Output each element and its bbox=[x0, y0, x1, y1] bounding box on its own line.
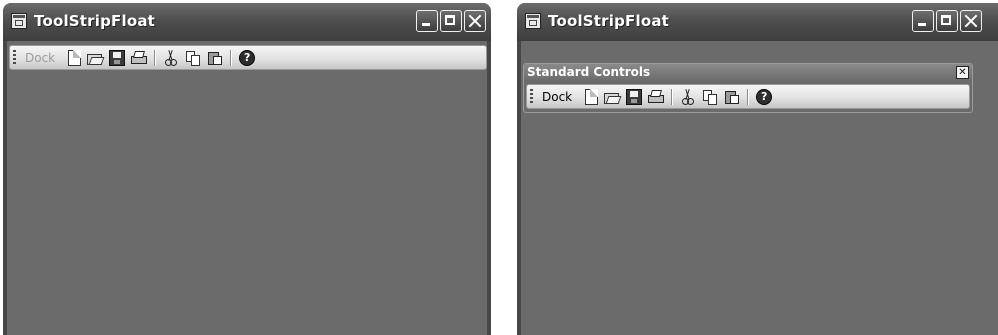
title-bar[interactable]: ToolStripFloat bbox=[3, 3, 491, 41]
copy-icon[interactable] bbox=[702, 89, 718, 105]
client-area: Dock ? bbox=[7, 41, 487, 335]
main-window-docked: ToolStripFloat Dock ? bbox=[3, 3, 491, 335]
print-icon[interactable] bbox=[648, 89, 665, 105]
application-icon[interactable] bbox=[11, 13, 27, 29]
cut-icon[interactable] bbox=[163, 49, 179, 66]
floating-panel-title: Standard Controls bbox=[527, 65, 651, 79]
floating-panel-header[interactable]: Standard Controls ✕ bbox=[524, 64, 972, 82]
copy-icon[interactable] bbox=[185, 50, 201, 66]
paste-icon[interactable] bbox=[207, 50, 223, 66]
paste-icon[interactable] bbox=[724, 89, 740, 105]
toolstrip-separator bbox=[671, 88, 674, 105]
title-bar[interactable]: ToolStripFloat bbox=[517, 3, 998, 41]
application-icon[interactable] bbox=[525, 13, 541, 29]
new-icon[interactable] bbox=[68, 49, 82, 66]
maximize-button[interactable] bbox=[936, 10, 958, 32]
new-icon[interactable] bbox=[585, 88, 599, 105]
toolstrip-separator bbox=[154, 49, 157, 66]
open-icon[interactable] bbox=[87, 50, 103, 66]
help-icon[interactable]: ? bbox=[239, 49, 256, 66]
cut-icon[interactable] bbox=[680, 88, 696, 105]
minimize-button[interactable] bbox=[416, 10, 438, 32]
caption-buttons bbox=[416, 10, 486, 32]
toolstrip-separator bbox=[747, 88, 750, 105]
save-icon[interactable] bbox=[626, 88, 643, 105]
standard-toolstrip: Dock ? bbox=[9, 45, 487, 70]
toolstrip-grip[interactable] bbox=[13, 50, 16, 65]
main-window-floating: ToolStripFloat Standard Controls ✕ Dock bbox=[517, 3, 998, 335]
close-button[interactable] bbox=[464, 10, 486, 32]
dock-button[interactable]: Dock bbox=[21, 51, 59, 65]
close-button[interactable] bbox=[960, 10, 982, 32]
window-title: ToolStripFloat bbox=[34, 12, 156, 30]
dock-button[interactable]: Dock bbox=[538, 90, 576, 104]
standard-toolstrip: Dock ? bbox=[526, 84, 970, 109]
save-icon[interactable] bbox=[109, 49, 126, 66]
toolstrip-grip[interactable] bbox=[530, 89, 533, 104]
screenshot-stage: ToolStripFloat Dock ? ToolStripFloat Sta… bbox=[0, 0, 998, 335]
caption-buttons bbox=[912, 10, 982, 32]
maximize-button[interactable] bbox=[440, 10, 462, 32]
window-title: ToolStripFloat bbox=[548, 12, 670, 30]
help-icon[interactable]: ? bbox=[756, 88, 773, 105]
minimize-button[interactable] bbox=[912, 10, 934, 32]
floating-panel-close-button[interactable]: ✕ bbox=[956, 66, 969, 79]
open-icon[interactable] bbox=[604, 89, 620, 105]
client-area: Standard Controls ✕ Dock ? bbox=[521, 41, 998, 335]
print-icon[interactable] bbox=[131, 50, 148, 66]
floating-toolstrip-panel[interactable]: Standard Controls ✕ Dock ? bbox=[523, 63, 973, 113]
toolstrip-separator bbox=[230, 49, 233, 66]
